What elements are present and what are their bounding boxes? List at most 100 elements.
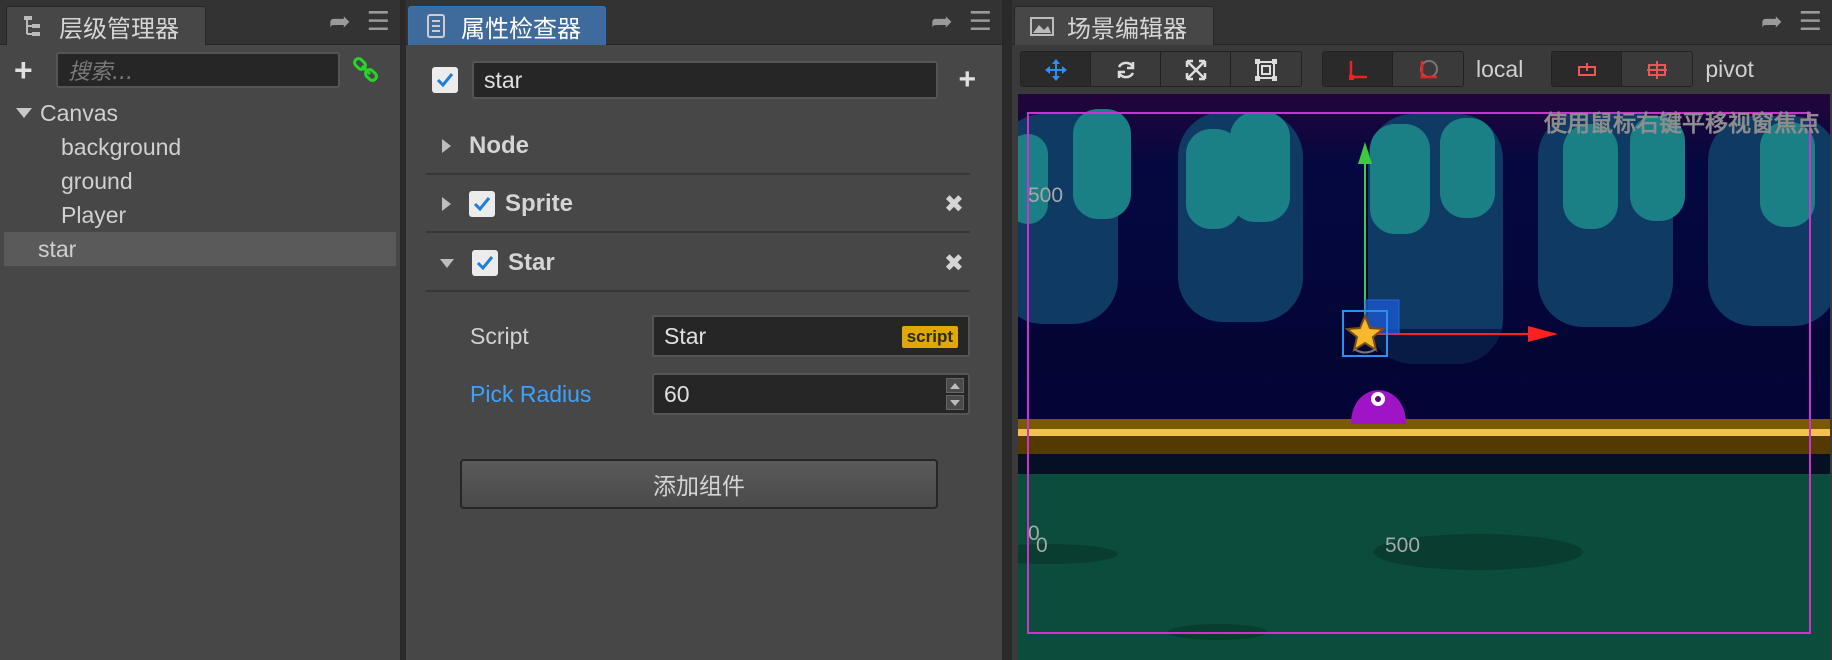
- add-component-button[interactable]: 添加组件: [460, 459, 938, 509]
- rotate-tool-button[interactable]: [1091, 52, 1161, 86]
- tab-inspector[interactable]: 属性检查器: [408, 6, 606, 45]
- coord-mode-group: [1322, 51, 1464, 87]
- ground-strip: [1018, 419, 1830, 660]
- component-title: Star: [508, 249, 555, 276]
- collapse-caret-icon[interactable]: [442, 139, 451, 153]
- checkmark-icon: [436, 73, 454, 88]
- checkmark-icon: [473, 197, 491, 212]
- component-title: Sprite: [505, 190, 574, 217]
- remove-component-icon[interactable]: ✖: [944, 249, 964, 278]
- hierarchy-panel: 层级管理器 ➦ ☰ + 搜索... Canvas background grou…: [0, 0, 402, 660]
- scene-canvas-art: [1018, 94, 1830, 660]
- scene-panel: 场景编辑器 ➦ ☰ local pivot 使用鼠标右键平移视窗焦点 500 0…: [1012, 0, 1832, 660]
- tab-scene[interactable]: 场景编辑器: [1014, 6, 1214, 45]
- menu-icon[interactable]: ☰: [367, 8, 390, 34]
- link-icon[interactable]: [352, 56, 380, 84]
- center-mode-button[interactable]: [1622, 52, 1693, 86]
- global-coord-button[interactable]: [1393, 52, 1463, 86]
- scene-tabbar: 场景编辑器 ➦ ☰: [1012, 0, 1832, 45]
- y-axis-label-500: 500: [1028, 184, 1064, 207]
- tree-item-label: Player: [61, 201, 127, 228]
- tree-item-label: ground: [61, 167, 133, 194]
- hierarchy-tabbar: 层级管理器 ➦ ☰: [0, 0, 400, 45]
- prop-script-row: Script Star script: [470, 314, 978, 358]
- tree-item-label: star: [38, 235, 77, 262]
- tree-item-canvas[interactable]: Canvas: [4, 96, 396, 130]
- component-node-header[interactable]: Node: [426, 119, 970, 175]
- node-enabled-checkbox[interactable]: [432, 67, 458, 93]
- coord-mode-label: local: [1476, 55, 1524, 82]
- move-tool-button[interactable]: [1021, 52, 1091, 86]
- inspector-tabbar: 属性检查器 ➦ ☰: [406, 0, 1002, 45]
- pivot-mode-button[interactable]: [1552, 52, 1623, 86]
- scene-icon: [1030, 17, 1054, 36]
- rect-transform-icon: [1255, 59, 1277, 81]
- checkmark-icon: [476, 256, 494, 271]
- viewport-hint: 使用鼠标右键平移视窗焦点: [1544, 111, 1820, 137]
- tab-hierarchy-label: 层级管理器: [59, 14, 179, 43]
- rotate-icon: [1117, 61, 1134, 79]
- scene-viewport[interactable]: 使用鼠标右键平移视窗焦点 500 0 0 500: [1018, 94, 1830, 660]
- pivot-icon: [1577, 63, 1596, 76]
- collapse-caret-icon[interactable]: [442, 197, 451, 211]
- component-sprite-header[interactable]: Sprite ✖: [426, 177, 970, 233]
- rect-tool-button[interactable]: [1231, 52, 1301, 86]
- node-tree: Canvas background ground Player star: [4, 96, 396, 266]
- add-node-button[interactable]: +: [14, 52, 56, 89]
- transform-tool-group: [1020, 51, 1302, 87]
- global-coord-icon: [1420, 60, 1438, 79]
- scale-icon: [1185, 59, 1206, 81]
- local-coord-button[interactable]: [1323, 52, 1393, 86]
- component-title: Node: [469, 132, 529, 159]
- search-placeholder: 搜索...: [68, 60, 133, 85]
- menu-icon[interactable]: ☰: [1799, 8, 1822, 34]
- move-icon: [1044, 59, 1067, 81]
- scene-toolbar: local pivot: [1020, 50, 1824, 88]
- node-name-input[interactable]: star: [472, 61, 938, 99]
- scale-tool-button[interactable]: [1161, 52, 1231, 86]
- prop-pick-radius-label: Pick Radius: [470, 380, 592, 407]
- increment-icon[interactable]: [946, 378, 964, 393]
- pick-radius-input[interactable]: 60: [652, 373, 970, 415]
- component-enabled-checkbox[interactable]: [469, 191, 495, 217]
- number-stepper[interactable]: [946, 378, 964, 410]
- tab-inspector-label: 属性检查器: [461, 14, 581, 43]
- tree-item-label: background: [61, 133, 182, 160]
- tree-item-ground[interactable]: ground: [4, 164, 396, 198]
- remove-component-icon[interactable]: ✖: [944, 190, 964, 219]
- inspector-panel: 属性检查器 ➦ ☰ star + Node Sprite ✖ Star ✖ Sc…: [406, 0, 1004, 660]
- prop-script-label: Script: [470, 322, 529, 349]
- pivot-mode-label: pivot: [1705, 55, 1754, 82]
- share-icon[interactable]: ➦: [931, 8, 953, 34]
- node-name-value: star: [484, 66, 523, 93]
- tab-hierarchy[interactable]: 层级管理器: [6, 6, 206, 45]
- menu-icon[interactable]: ☰: [969, 8, 992, 34]
- add-component-label: 添加组件: [653, 474, 745, 500]
- x-axis-label-500: 500: [1385, 534, 1421, 557]
- center-icon: [1647, 61, 1668, 79]
- local-coord-icon: [1348, 61, 1367, 80]
- tree-item-background[interactable]: background: [4, 130, 396, 164]
- pick-radius-value: 60: [664, 380, 690, 407]
- x-axis-label-0: 0: [1036, 534, 1048, 557]
- tree-item-star[interactable]: star: [4, 232, 396, 266]
- prop-pick-radius-row: Pick Radius 60: [470, 372, 978, 416]
- decrement-icon[interactable]: [946, 395, 964, 410]
- hierarchy-search-input[interactable]: 搜索...: [56, 52, 340, 88]
- component-star-header[interactable]: Star ✖: [426, 236, 970, 292]
- share-icon[interactable]: ➦: [329, 8, 351, 34]
- tree-item-player[interactable]: Player: [4, 198, 396, 232]
- hierarchy-icon: [24, 16, 40, 36]
- share-icon[interactable]: ➦: [1761, 8, 1783, 34]
- component-enabled-checkbox[interactable]: [472, 250, 498, 276]
- expand-caret-icon[interactable]: [440, 258, 454, 268]
- script-value: Star: [664, 322, 707, 349]
- tree-item-label: Canvas: [40, 99, 118, 126]
- add-property-button[interactable]: +: [958, 63, 976, 97]
- script-asset-field[interactable]: Star script: [652, 315, 970, 357]
- script-type-badge: script: [901, 326, 958, 348]
- pivot-mode-group: [1551, 51, 1694, 87]
- expand-caret-icon[interactable]: [16, 108, 32, 118]
- inspector-icon: [427, 14, 445, 38]
- tab-scene-label: 场景编辑器: [1067, 14, 1187, 43]
